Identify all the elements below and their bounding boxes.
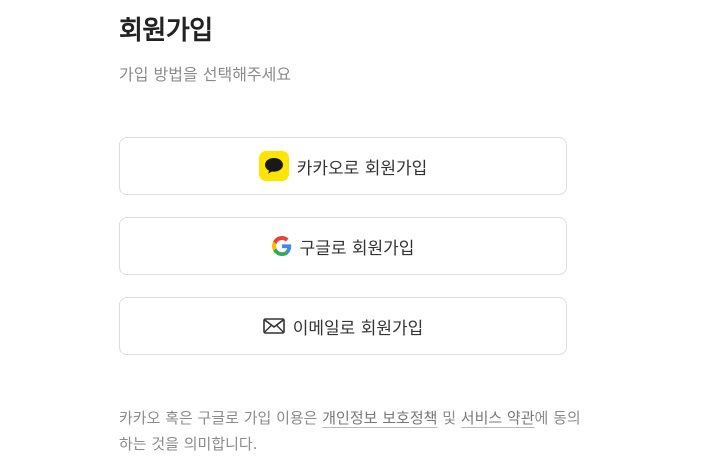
email-signup-label: 이메일로 회원가입	[292, 318, 424, 339]
notice-middle: 및	[437, 409, 461, 427]
signup-page: 회원가입 가입 방법을 선택해주세요 카카오로 회원가입 구글로 회원가입 이메…	[0, 0, 718, 459]
notice-prefix: 카카오 혹은 구글로 가입 이용은	[119, 409, 323, 427]
terms-notice: 카카오 혹은 구글로 가입 이용은 개인정보 보호정책 및 서비스 약관에 동의…	[119, 405, 589, 457]
google-icon	[271, 236, 292, 256]
terms-of-service-link[interactable]: 서비스 약관	[461, 409, 535, 427]
google-signup-button[interactable]: 구글로 회원가입	[119, 217, 567, 275]
envelope-icon	[262, 318, 285, 334]
kakao-icon	[258, 151, 289, 181]
page-subtitle: 가입 방법을 선택해주세요	[119, 65, 292, 84]
kakao-signup-button[interactable]: 카카오로 회원가입	[119, 137, 567, 195]
kakao-signup-label: 카카오로 회원가입	[296, 158, 428, 179]
google-signup-label: 구글로 회원가입	[299, 238, 415, 259]
email-signup-button[interactable]: 이메일로 회원가입	[119, 297, 567, 355]
page-title: 회원가입	[119, 16, 213, 46]
privacy-policy-link[interactable]: 개인정보 보호정책	[322, 409, 437, 427]
